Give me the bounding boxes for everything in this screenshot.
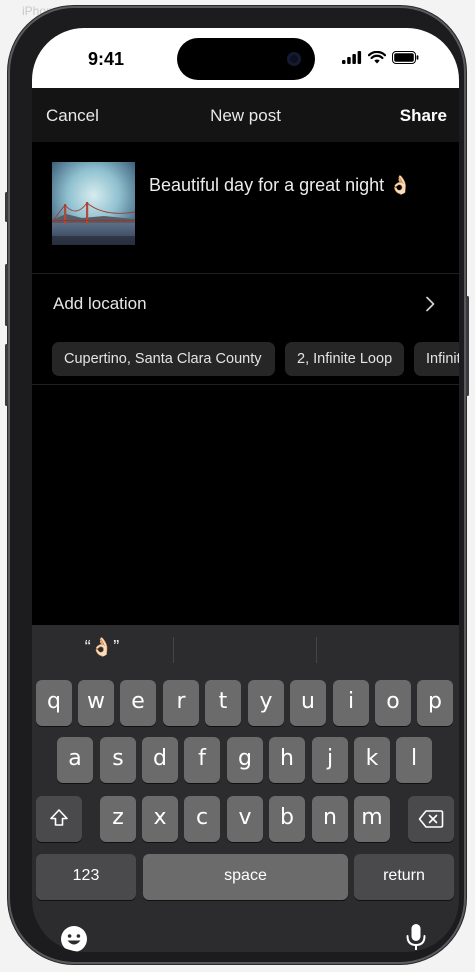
key-w[interactable]: w [78, 680, 114, 726]
emoji-icon[interactable] [60, 925, 88, 952]
key-j[interactable]: j [312, 737, 348, 783]
suggestion-separator [316, 637, 317, 663]
location-chip[interactable]: 2, Infinite Loop [285, 342, 404, 376]
key-n[interactable]: n [312, 796, 348, 842]
keyboard: “👌🏻” q w e r t y u i o p a s d f g h j k… [32, 625, 459, 952]
status-icons [342, 51, 419, 64]
key-d[interactable]: d [142, 737, 178, 783]
key-k[interactable]: k [354, 737, 390, 783]
page-title: New post [210, 106, 281, 125]
action-button [5, 192, 8, 222]
key-a[interactable]: a [57, 737, 93, 783]
suggestion-bar: “👌🏻” [32, 625, 459, 669]
status-bar: 9:41 [32, 28, 459, 88]
key-h[interactable]: h [269, 737, 305, 783]
divider [32, 384, 459, 385]
chevron-right-icon [426, 296, 435, 312]
wifi-icon [368, 51, 386, 64]
location-chip[interactable]: Infinite Loop [414, 342, 459, 376]
add-location-row[interactable]: Add location [32, 274, 459, 330]
key-l[interactable]: l [396, 737, 432, 783]
post-thumbnail[interactable] [52, 162, 135, 245]
golden-gate-photo [52, 162, 135, 245]
shift-icon [50, 809, 68, 826]
dynamic-island [177, 38, 315, 80]
screen: 9:41 Cancel New post Share Beautiful day… [32, 28, 459, 952]
key-i[interactable]: i [333, 680, 369, 726]
simulator-canvas: iPhone 15 Pro 9:41 [0, 0, 475, 972]
return-key[interactable]: return [354, 854, 454, 900]
add-location-label: Add location [53, 294, 147, 313]
suggestion-item[interactable]: “👌🏻” [32, 637, 172, 658]
key-v[interactable]: v [227, 796, 263, 842]
key-y[interactable]: y [248, 680, 284, 726]
space-key[interactable]: space [143, 854, 348, 900]
key-s[interactable]: s [100, 737, 136, 783]
cellular-signal-icon [342, 51, 362, 64]
status-time: 9:41 [88, 49, 125, 69]
phone-frame: 9:41 Cancel New post Share Beautiful day… [5, 6, 469, 964]
share-button[interactable]: Share [400, 106, 447, 126]
key-z[interactable]: z [100, 796, 136, 842]
volume-down-button [5, 344, 8, 406]
key-p[interactable]: p [417, 680, 453, 726]
key-x[interactable]: x [142, 796, 178, 842]
key-u[interactable]: u [290, 680, 326, 726]
front-camera [287, 52, 301, 66]
key-q[interactable]: q [36, 680, 72, 726]
key-t[interactable]: t [205, 680, 241, 726]
delete-key[interactable] [408, 796, 454, 842]
key-e[interactable]: e [120, 680, 156, 726]
post-caption[interactable]: Beautiful day for a great night 👌🏻 [149, 175, 412, 196]
power-button [466, 296, 469, 396]
key-g[interactable]: g [227, 737, 263, 783]
location-suggestions: Cupertino, Santa Clara County 2, Infinit… [32, 340, 459, 384]
suggestion-separator [173, 637, 174, 663]
key-c[interactable]: c [184, 796, 220, 842]
post-composer: Beautiful day for a great night 👌🏻 [32, 142, 459, 274]
key-b[interactable]: b [269, 796, 305, 842]
key-r[interactable]: r [163, 680, 199, 726]
microphone-icon[interactable] [404, 923, 428, 952]
nav-bar: Cancel New post Share [32, 88, 459, 143]
volume-up-button [5, 264, 8, 326]
key-m[interactable]: m [354, 796, 390, 842]
key-o[interactable]: o [375, 680, 411, 726]
battery-icon [392, 51, 419, 64]
shift-key[interactable] [36, 796, 82, 842]
key-f[interactable]: f [184, 737, 220, 783]
delete-icon [418, 810, 444, 828]
numbers-key[interactable]: 123 [36, 854, 136, 900]
location-chip[interactable]: Cupertino, Santa Clara County [52, 342, 275, 376]
